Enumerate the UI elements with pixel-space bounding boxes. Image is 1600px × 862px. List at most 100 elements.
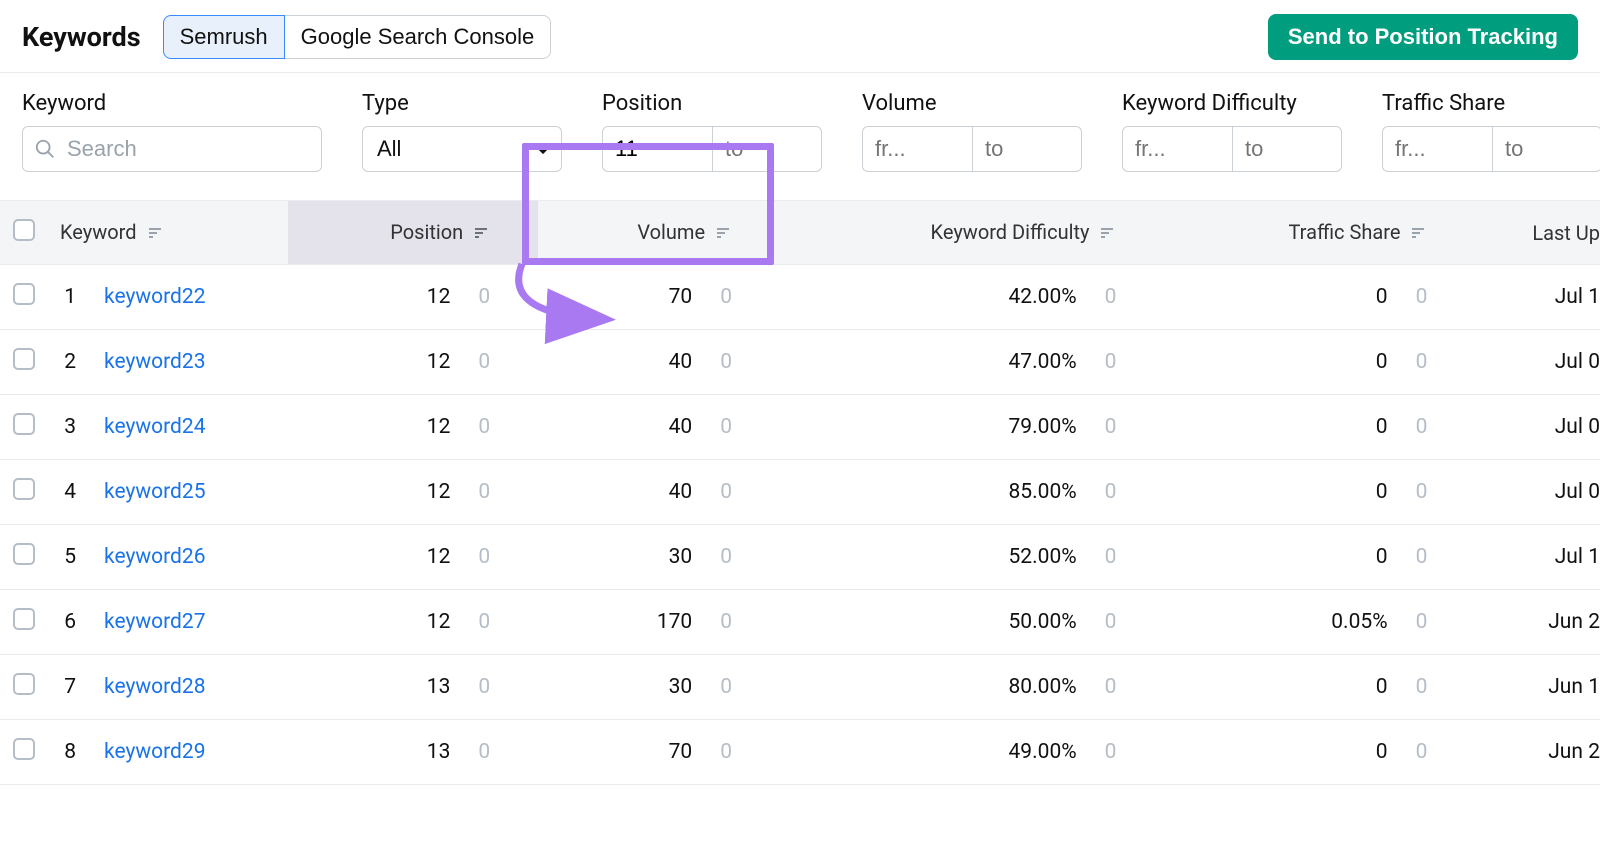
- volume-delta: 0: [706, 480, 732, 504]
- position-from-input[interactable]: [602, 126, 712, 172]
- filter-label: Volume: [862, 91, 1082, 116]
- traffic-value: 0: [1376, 545, 1388, 569]
- column-header-difficulty[interactable]: Keyword Difficulty: [780, 201, 1164, 265]
- table-row: 6keyword27120170050.00%00.05%0Jun 2: [0, 590, 1600, 655]
- position-value: 12: [427, 545, 451, 569]
- column-header-keyword[interactable]: Keyword: [48, 201, 288, 265]
- volume-value: 170: [657, 610, 692, 634]
- difficulty-value: 80.00%: [1009, 675, 1077, 699]
- difficulty-value: 85.00%: [1009, 480, 1077, 504]
- traffic-value: 0: [1376, 740, 1388, 764]
- keywords-table: Keyword Position Volume Keyword Difficul…: [0, 200, 1600, 785]
- difficulty-delta: 0: [1091, 610, 1117, 634]
- table-row: 4keyword2512040085.00%000Jul 0: [0, 460, 1600, 525]
- keyword-link[interactable]: keyword23: [104, 350, 206, 374]
- difficulty-value: 50.00%: [1009, 610, 1077, 634]
- position-delta: 0: [464, 285, 490, 309]
- column-label: Traffic Share: [1288, 220, 1400, 244]
- difficulty-delta: 0: [1091, 740, 1117, 764]
- sort-icon: [1100, 221, 1116, 245]
- position-to-input[interactable]: [712, 126, 822, 172]
- column-label: Volume: [637, 220, 705, 244]
- send-to-position-tracking-button[interactable]: Send to Position Tracking: [1268, 14, 1578, 60]
- filter-volume: Volume: [862, 91, 1082, 172]
- type-select[interactable]: All: [362, 126, 562, 172]
- table-row: 7keyword2813030080.00%000Jun 1: [0, 655, 1600, 720]
- traffic-delta: 0: [1402, 545, 1428, 569]
- volume-value: 70: [669, 740, 693, 764]
- volume-value: 30: [669, 675, 693, 699]
- position-delta: 0: [464, 740, 490, 764]
- row-index: 2: [48, 330, 92, 395]
- header-bar: Keywords Semrush Google Search Console S…: [0, 0, 1600, 73]
- sort-icon: [474, 221, 490, 245]
- last-updated-value: Jun 1: [1475, 655, 1600, 720]
- row-checkbox[interactable]: [13, 543, 35, 565]
- volume-value: 40: [669, 415, 693, 439]
- table-row: 3keyword2412040079.00%000Jul 0: [0, 395, 1600, 460]
- column-label: Position: [390, 220, 463, 244]
- volume-to-input[interactable]: [972, 126, 1082, 172]
- difficulty-delta: 0: [1091, 285, 1117, 309]
- column-header-traffic[interactable]: Traffic Share: [1164, 201, 1475, 265]
- table-row: 1keyword2212070042.00%000Jul 1: [0, 265, 1600, 330]
- row-checkbox[interactable]: [13, 738, 35, 760]
- select-all-checkbox[interactable]: [13, 219, 35, 241]
- column-header-position[interactable]: Position: [288, 201, 538, 265]
- source-tabs: Semrush Google Search Console: [163, 15, 552, 59]
- volume-value: 30: [669, 545, 693, 569]
- row-index: 6: [48, 590, 92, 655]
- keyword-link[interactable]: keyword26: [104, 545, 206, 569]
- keyword-link[interactable]: keyword22: [104, 285, 206, 309]
- traffic-to-input[interactable]: [1492, 126, 1600, 172]
- filter-keyword: Keyword: [22, 91, 322, 172]
- volume-value: 70: [669, 285, 693, 309]
- keyword-link[interactable]: keyword25: [104, 480, 206, 504]
- row-checkbox[interactable]: [13, 283, 35, 305]
- column-header-volume[interactable]: Volume: [538, 201, 780, 265]
- keyword-link[interactable]: keyword29: [104, 740, 206, 764]
- column-header-last-updated[interactable]: Last Up: [1475, 201, 1600, 265]
- keyword-link[interactable]: keyword27: [104, 610, 206, 634]
- volume-delta: 0: [706, 285, 732, 309]
- last-updated-value: Jul 1: [1475, 265, 1600, 330]
- traffic-value: 0: [1376, 350, 1388, 374]
- tab-semrush[interactable]: Semrush: [163, 15, 285, 59]
- volume-value: 40: [669, 480, 693, 504]
- difficulty-delta: 0: [1091, 415, 1117, 439]
- search-input[interactable]: [22, 126, 322, 172]
- traffic-from-input[interactable]: [1382, 126, 1492, 172]
- filter-label: Position: [602, 91, 822, 116]
- keyword-link[interactable]: keyword28: [104, 675, 206, 699]
- traffic-delta: 0: [1402, 675, 1428, 699]
- position-value: 12: [427, 480, 451, 504]
- table-row: 8keyword2913070049.00%000Jun 2: [0, 720, 1600, 785]
- difficulty-to-input[interactable]: [1232, 126, 1342, 172]
- filter-label: Type: [362, 91, 562, 116]
- row-checkbox[interactable]: [13, 413, 35, 435]
- volume-from-input[interactable]: [862, 126, 972, 172]
- filter-label: Keyword Difficulty: [1122, 91, 1342, 116]
- tab-google-search-console[interactable]: Google Search Console: [285, 15, 552, 59]
- last-updated-value: Jul 0: [1475, 330, 1600, 395]
- position-value: 12: [427, 285, 451, 309]
- row-checkbox[interactable]: [13, 608, 35, 630]
- tab-label: Google Search Console: [301, 24, 535, 49]
- keyword-link[interactable]: keyword24: [104, 415, 206, 439]
- volume-delta: 0: [706, 545, 732, 569]
- row-index: 8: [48, 720, 92, 785]
- difficulty-delta: 0: [1091, 675, 1117, 699]
- traffic-delta: 0: [1402, 285, 1428, 309]
- row-checkbox[interactable]: [13, 673, 35, 695]
- difficulty-delta: 0: [1091, 480, 1117, 504]
- sort-icon: [1411, 221, 1427, 245]
- position-value: 13: [427, 675, 451, 699]
- row-checkbox[interactable]: [13, 478, 35, 500]
- row-index: 3: [48, 395, 92, 460]
- filter-type: Type All: [362, 91, 562, 172]
- row-index: 4: [48, 460, 92, 525]
- traffic-value: 0: [1376, 675, 1388, 699]
- sort-icon: [148, 221, 164, 245]
- row-checkbox[interactable]: [13, 348, 35, 370]
- difficulty-from-input[interactable]: [1122, 126, 1232, 172]
